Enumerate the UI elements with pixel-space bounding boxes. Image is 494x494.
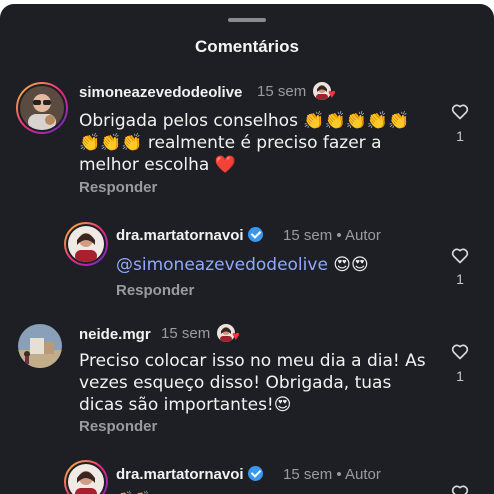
username-text: dra.martatornavoi — [116, 466, 244, 483]
author-liked-badge: ♥ — [313, 80, 336, 101]
comment-time: 15 sem — [257, 83, 307, 100]
comment-username[interactable]: simoneazevedodeolive — [79, 84, 242, 101]
comments-sheet: Comentários simoneazevedodeolive 15 sem … — [0, 4, 494, 494]
comment-text-line: dicas são importantes!😍 — [79, 395, 292, 415]
like-count: 1 — [456, 128, 464, 144]
like-count: 1 — [456, 368, 464, 384]
comment-text-line: melhor escolha ❤️ — [79, 155, 236, 175]
avatar[interactable] — [64, 460, 108, 494]
comment-text: Obrigada pelos conselhos 👏👏👏👏👏 👏👏👏 realm… — [79, 110, 439, 176]
avatar[interactable] — [64, 222, 108, 266]
comment-text-line: Preciso colocar isso no meu dia a dia! A… — [79, 351, 426, 371]
author-liked-badge: ♥ — [217, 322, 240, 343]
comment-text-line: Obrigada pelos conselhos 👏👏👏👏👏 — [79, 111, 410, 131]
comment-time: 15 sem — [283, 466, 333, 483]
comment-text-line: 👏👏👏 realmente é preciso fazer a — [79, 133, 382, 153]
comment-text: @simoneazevedodeolive 😍😍 — [116, 254, 369, 276]
comment-text: 👏👏 — [116, 488, 151, 494]
author-tag: • Autor — [336, 227, 381, 244]
reply-button[interactable]: Responder — [79, 418, 157, 435]
author-tag: • Autor — [336, 466, 381, 483]
user-photo-icon — [20, 86, 64, 130]
comment-username[interactable]: dra.martatornavoi — [116, 227, 263, 244]
heart-icon: ♥ — [232, 328, 240, 343]
avatar[interactable] — [16, 82, 68, 134]
comment-text-line: vezes esqueço disso! Obrigada, tuas — [79, 373, 392, 393]
verified-badge-icon — [247, 466, 263, 481]
comment-username[interactable]: dra.martatornavoi — [116, 466, 263, 483]
reply-button[interactable]: Responder — [116, 282, 194, 299]
comment-time: 15 sem — [283, 227, 333, 244]
comment-text: Preciso colocar isso no meu dia a dia! A… — [79, 350, 439, 416]
avatar[interactable] — [18, 324, 62, 368]
comment-username[interactable]: neide.mgr — [79, 326, 151, 343]
sheet-title: Comentários — [195, 37, 299, 56]
drag-handle[interactable] — [228, 18, 266, 22]
comment-time: 15 sem — [161, 325, 211, 342]
comment-text-tail: 😍😍 — [327, 255, 369, 275]
comment-time-author: 15 sem • Autor — [283, 466, 381, 483]
username-text: dra.martatornavoi — [116, 227, 244, 244]
comment-time-author: 15 sem • Autor — [283, 227, 381, 244]
reply-button[interactable]: Responder — [79, 179, 157, 196]
like-heart-icon[interactable] — [450, 101, 470, 121]
user-photo-icon — [68, 226, 104, 262]
like-heart-icon[interactable] — [450, 341, 470, 361]
user-photo-icon — [18, 324, 62, 368]
user-photo-icon — [68, 464, 104, 494]
verified-badge-icon — [247, 227, 263, 242]
mention-link[interactable]: @simoneazevedodeolive — [116, 255, 328, 275]
like-count: 1 — [456, 271, 464, 287]
heart-icon: ♥ — [328, 86, 336, 101]
like-heart-icon[interactable] — [450, 245, 470, 265]
like-heart-icon[interactable] — [450, 482, 470, 494]
